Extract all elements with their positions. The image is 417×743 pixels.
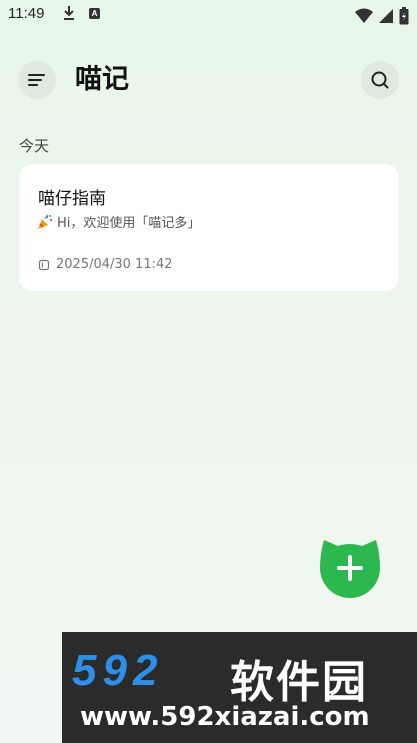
search-button[interactable] xyxy=(361,61,399,99)
note-card[interactable]: 喵仔指南 Hi，欢迎使用「喵记多」 2025/04/30 11:42 xyxy=(19,164,399,291)
status-indicators xyxy=(354,5,409,24)
wifi-icon xyxy=(354,8,373,23)
page-title: 喵记 xyxy=(75,64,129,95)
watermark-banner: 592 软件园 www.592xiazai.com xyxy=(62,632,417,743)
status-time: 11:49 xyxy=(8,5,45,22)
add-note-button[interactable] xyxy=(318,536,382,600)
accessibility-badge-icon: A xyxy=(89,8,100,19)
menu-button[interactable] xyxy=(18,61,56,99)
note-date: 2025/04/30 11:42 xyxy=(56,257,173,272)
battery-icon xyxy=(399,6,409,24)
watermark-url: www.592xiazai.com xyxy=(80,702,370,732)
party-popper-icon xyxy=(38,214,53,229)
search-icon xyxy=(371,71,389,89)
watermark-name: 软件园 xyxy=(230,657,368,708)
signal-icon xyxy=(378,8,393,23)
watermark-number: 592 xyxy=(72,646,164,695)
note-preview-text: Hi，欢迎使用「喵记多」 xyxy=(57,216,201,231)
section-label-today: 今天 xyxy=(19,137,50,155)
note-title: 喵仔指南 xyxy=(38,189,106,209)
menu-icon xyxy=(28,74,45,86)
clock-icon xyxy=(38,259,50,270)
note-preview: Hi，欢迎使用「喵记多」 xyxy=(37,212,200,231)
note-date-row: 2025/04/30 11:42 xyxy=(38,257,173,272)
download-icon xyxy=(64,6,74,20)
status-bar: 11:49 A xyxy=(0,0,417,30)
